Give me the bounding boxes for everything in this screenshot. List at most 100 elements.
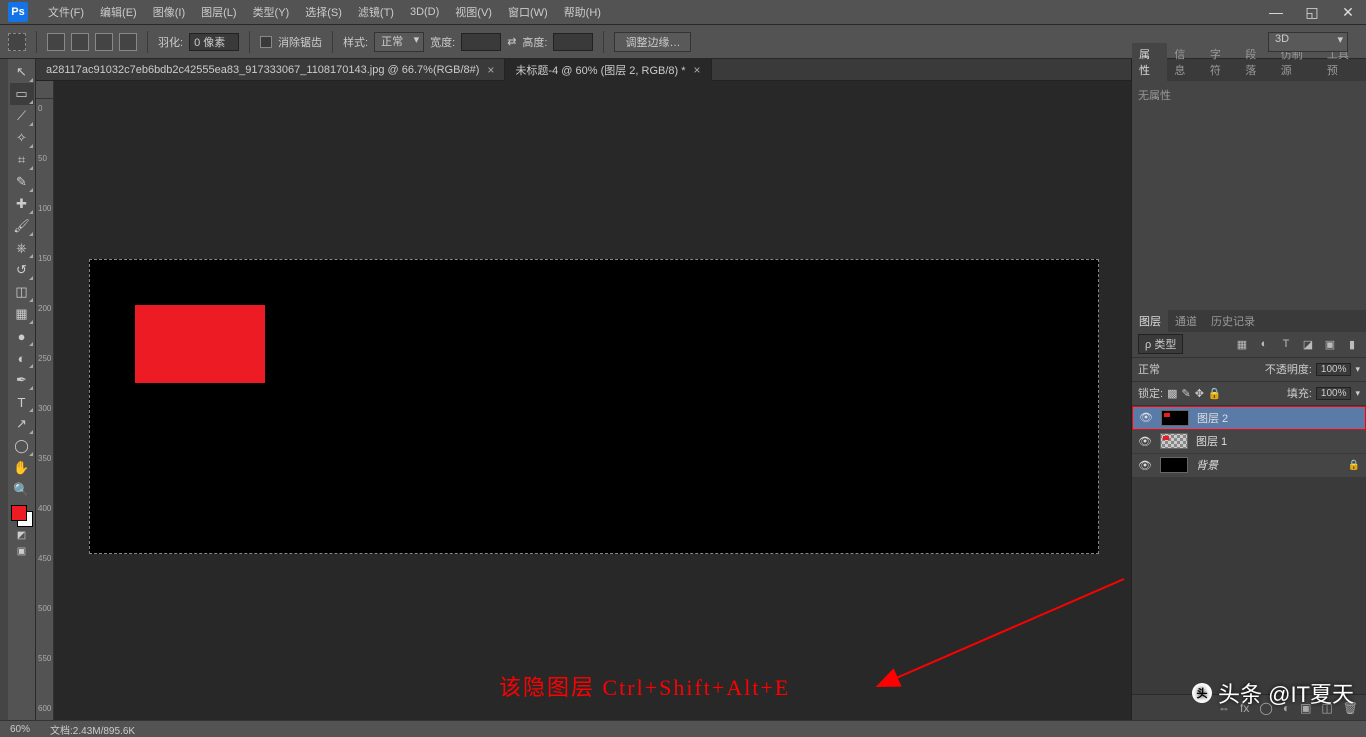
marquee-tool-icon[interactable]: [8, 33, 26, 51]
visibility-icon[interactable]: 👁: [1138, 459, 1152, 472]
document-tabbar: a28117ac91032c7eb6bdb2c42555ea83_9173330…: [36, 59, 1131, 81]
maximize-button[interactable]: ◱: [1294, 1, 1330, 23]
layer-thumbnail[interactable]: [1160, 457, 1188, 473]
tab-history[interactable]: 历史记录: [1204, 310, 1262, 332]
quickmask-toggle[interactable]: ◩: [11, 527, 33, 543]
filter-smart-icon[interactable]: ▣: [1322, 337, 1338, 351]
layer-thumbnail[interactable]: [1160, 433, 1188, 449]
tab-info[interactable]: 信息: [1167, 43, 1202, 81]
magic-wand-tool[interactable]: ✧: [10, 127, 34, 149]
fill-input[interactable]: 100%: [1316, 387, 1352, 400]
annotation-text: 该隐图层 Ctrl+Shift+Alt+E: [499, 670, 790, 702]
tab-channels[interactable]: 通道: [1168, 310, 1204, 332]
blend-mode-select[interactable]: 正常: [1138, 361, 1213, 377]
foreground-color[interactable]: [11, 505, 27, 521]
layer-name[interactable]: 图层 1: [1196, 433, 1227, 449]
clone-stamp-tool[interactable]: ⎈: [10, 237, 34, 259]
width-input[interactable]: [461, 33, 501, 51]
menu-layer[interactable]: 图层(L): [193, 1, 244, 23]
document-tab-1[interactable]: a28117ac91032c7eb6bdb2c42555ea83_9173330…: [36, 59, 505, 81]
move-tool[interactable]: ↖: [10, 61, 34, 83]
visibility-icon[interactable]: 👁: [1139, 411, 1153, 424]
selection-add-icon[interactable]: [71, 33, 89, 51]
tab-character[interactable]: 字符: [1203, 43, 1238, 81]
zoom-tool[interactable]: 🔍: [10, 479, 34, 501]
menu-file[interactable]: 文件(F): [40, 1, 92, 23]
workspace-select[interactable]: 3D: [1268, 32, 1348, 52]
filter-shape-icon[interactable]: ◪: [1300, 337, 1316, 351]
lock-paint-icon[interactable]: ✎: [1181, 387, 1190, 400]
blur-tool[interactable]: ●: [10, 325, 34, 347]
zoom-level[interactable]: 60%: [10, 724, 30, 735]
pen-tool[interactable]: ✒: [10, 369, 34, 391]
menu-filter[interactable]: 滤镜(T): [350, 1, 402, 23]
shape-tool[interactable]: ◯: [10, 435, 34, 457]
selection-subtract-icon[interactable]: [95, 33, 113, 51]
close-icon[interactable]: ×: [487, 63, 494, 77]
brush-tool[interactable]: 🖌: [10, 215, 34, 237]
toolbox-handle[interactable]: [0, 59, 8, 720]
gradient-tool[interactable]: ▦: [10, 303, 34, 325]
visibility-icon[interactable]: 👁: [1138, 435, 1152, 448]
type-tool[interactable]: T: [10, 391, 34, 413]
antialias-checkbox[interactable]: [260, 36, 272, 48]
filter-adjust-icon[interactable]: ◐: [1256, 337, 1272, 351]
menu-help[interactable]: 帮助(H): [556, 1, 609, 23]
close-icon[interactable]: ×: [694, 63, 701, 77]
filter-type-icon[interactable]: T: [1278, 337, 1294, 351]
menu-view[interactable]: 视图(V): [447, 1, 500, 23]
ruler-vertical[interactable]: 050100150200250300350400450500550600: [36, 99, 54, 720]
hand-tool[interactable]: ✋: [10, 457, 34, 479]
eraser-tool[interactable]: ◫: [10, 281, 34, 303]
close-button[interactable]: ✕: [1330, 1, 1366, 23]
color-swatch[interactable]: [11, 505, 33, 527]
selection-intersect-icon[interactable]: [119, 33, 137, 51]
layer-name[interactable]: 图层 2: [1197, 410, 1228, 426]
canvas-viewport[interactable]: 该隐图层 Ctrl+Shift+Alt+E: [54, 99, 1131, 720]
menu-edit[interactable]: 编辑(E): [92, 1, 145, 23]
menu-window[interactable]: 窗口(W): [500, 1, 556, 23]
document-tab-2[interactable]: 未标题-4 @ 60% (图层 2, RGB/8) * ×: [505, 59, 711, 81]
layer-item-2[interactable]: 👁 图层 2: [1132, 406, 1366, 430]
height-input[interactable]: [553, 33, 593, 51]
selection-new-icon[interactable]: [47, 33, 65, 51]
refine-edge-button[interactable]: 调整边缘…: [614, 32, 691, 52]
dodge-tool[interactable]: ◐: [10, 347, 34, 369]
path-selection-tool[interactable]: ↗: [10, 413, 34, 435]
layer-thumbnail[interactable]: [1161, 410, 1189, 426]
filter-toggle-icon[interactable]: ▮: [1344, 337, 1360, 351]
layer-item-1[interactable]: 👁 图层 1: [1132, 430, 1366, 454]
tab-properties[interactable]: 属性: [1132, 43, 1167, 81]
swap-wh-icon[interactable]: ⇄: [507, 35, 516, 48]
eyedropper-tool[interactable]: ✎: [10, 171, 34, 193]
chevron-down-icon[interactable]: ▾: [1355, 364, 1360, 375]
history-brush-tool[interactable]: ↺: [10, 259, 34, 281]
menu-3d[interactable]: 3D(D): [402, 3, 447, 21]
lasso-tool[interactable]: ⟋: [10, 105, 34, 127]
style-select[interactable]: 正常: [374, 32, 424, 52]
document-area: a28117ac91032c7eb6bdb2c42555ea83_9173330…: [36, 59, 1131, 720]
feather-input[interactable]: [189, 33, 239, 51]
lock-transparent-icon[interactable]: ▩: [1167, 387, 1177, 400]
layer-name[interactable]: 背景: [1196, 457, 1218, 473]
layer-item-bg[interactable]: 👁 背景 🔒: [1132, 454, 1366, 478]
lock-all-icon[interactable]: 🔒: [1208, 387, 1222, 400]
menu-select[interactable]: 选择(S): [297, 1, 350, 23]
toolbox: ↖ ▭ ⟋ ✧ ⌗ ✎ ✚ 🖌 ⎈ ↺ ◫ ▦ ● ◐ ✒ T ↗ ◯ ✋ 🔍 …: [8, 59, 36, 720]
layer-filter-select[interactable]: ρ 类型: [1138, 334, 1183, 354]
marquee-tool[interactable]: ▭: [10, 83, 34, 105]
crop-tool[interactable]: ⌗: [10, 149, 34, 171]
tab-layers[interactable]: 图层: [1132, 310, 1168, 332]
ruler-corner: [36, 81, 54, 99]
opacity-input[interactable]: 100%: [1316, 363, 1352, 376]
doc-info[interactable]: 文档:2.43M/895.6K: [50, 722, 135, 737]
chevron-down-icon[interactable]: ▾: [1355, 388, 1360, 399]
canvas[interactable]: [89, 259, 1099, 554]
minimize-button[interactable]: —: [1258, 1, 1294, 23]
filter-pixel-icon[interactable]: ▦: [1234, 337, 1250, 351]
menu-type[interactable]: 类型(Y): [245, 1, 298, 23]
menu-image[interactable]: 图像(I): [145, 1, 193, 23]
screenmode-toggle[interactable]: ▣: [11, 543, 33, 559]
healing-brush-tool[interactable]: ✚: [10, 193, 34, 215]
lock-position-icon[interactable]: ✥: [1195, 387, 1204, 400]
